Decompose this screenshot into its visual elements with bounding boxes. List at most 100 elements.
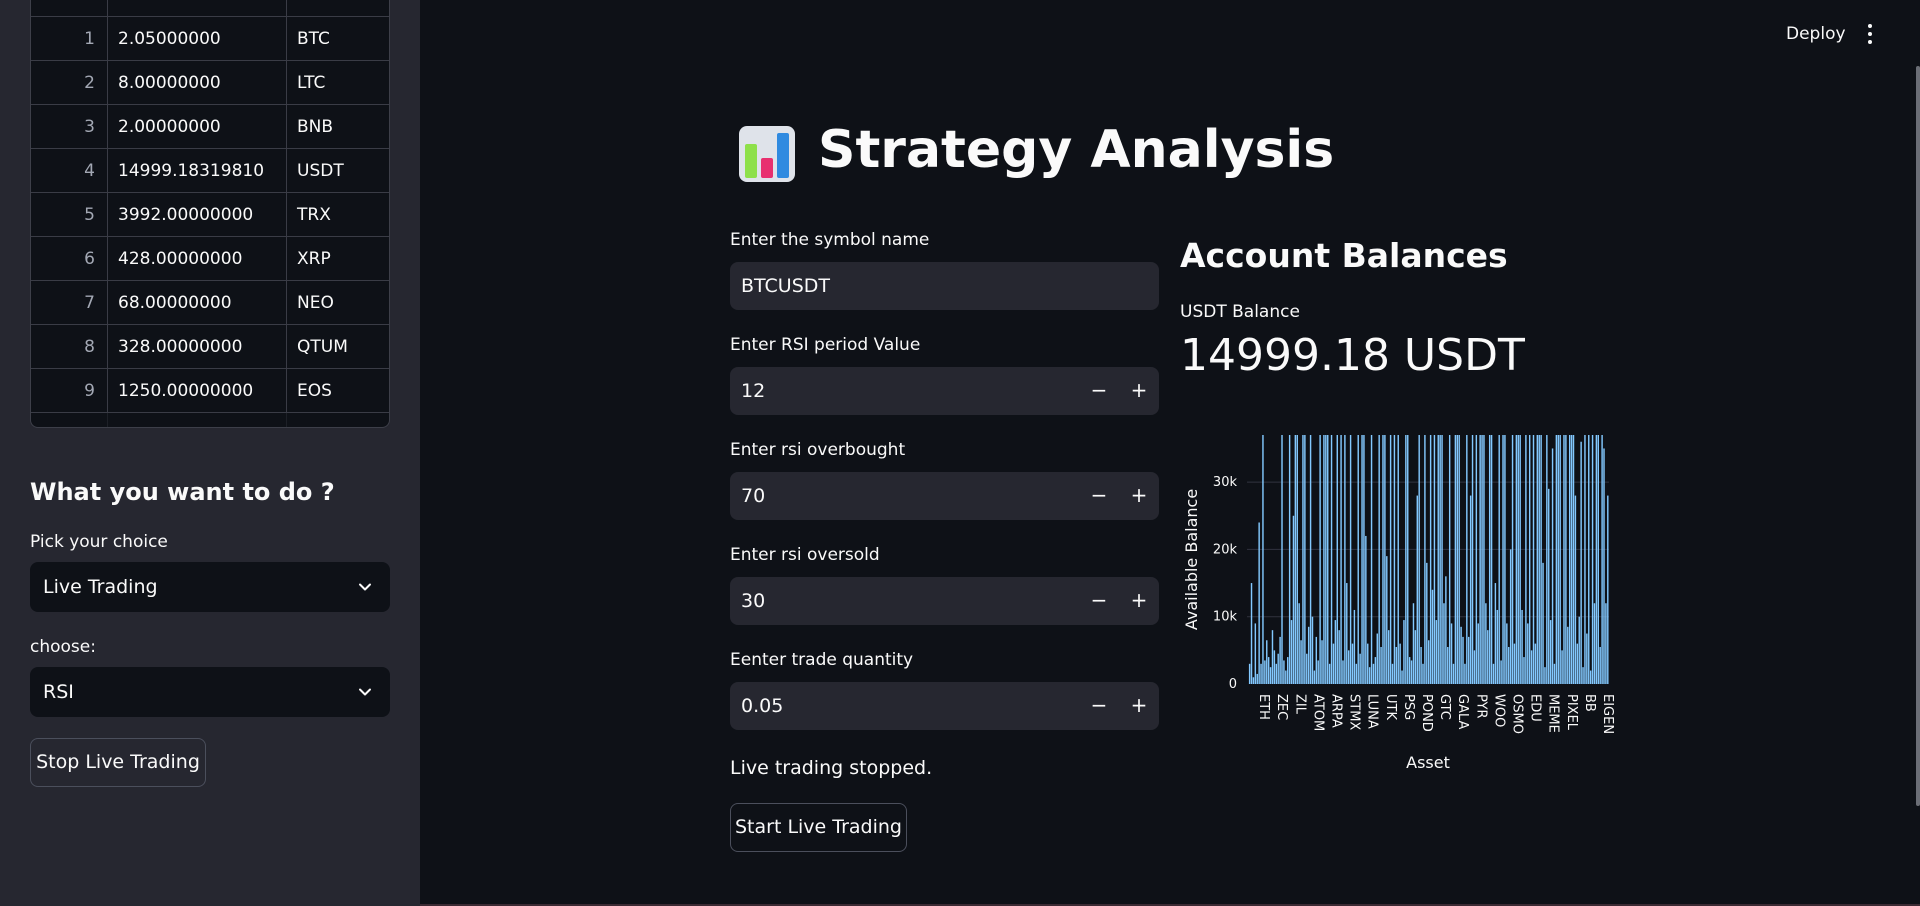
y-axis-title: Available Balance (1182, 489, 1201, 630)
bar (1342, 660, 1344, 684)
bar (1496, 609, 1499, 684)
bar (1365, 535, 1367, 684)
row-asset: LTC (297, 73, 326, 93)
bar (1393, 435, 1396, 684)
bar (1551, 448, 1554, 684)
choice-select[interactable]: Live Trading (30, 562, 390, 612)
quantity-input[interactable]: 0.05 (741, 695, 783, 717)
y-tick-label: 30k (1213, 475, 1238, 490)
bar (1252, 677, 1255, 684)
table-row: 1 2.05000000 BTC (31, 17, 389, 61)
bar (1424, 435, 1426, 684)
row-asset: EOS (297, 381, 332, 401)
deploy-button[interactable]: Deploy (1786, 24, 1846, 44)
bar (1378, 435, 1380, 684)
balances-table[interactable]: 0 2.00000000 ETH 1 2.05000000 BTC 2 8.00… (30, 0, 390, 428)
table-row: 6 428.00000000 XRP (31, 237, 389, 281)
quantity-label: Eenter trade quantity (730, 650, 914, 670)
row-asset: TRX (297, 205, 331, 225)
bar (1271, 630, 1274, 684)
bar (1403, 620, 1405, 684)
decrement-button[interactable]: − (1079, 682, 1119, 730)
bar (1281, 435, 1283, 684)
strategy-select[interactable]: RSI (30, 667, 390, 717)
page-scrollbar[interactable] (1916, 66, 1920, 806)
bar (1323, 435, 1325, 684)
y-tick-label: 0 (1229, 677, 1237, 692)
increment-button[interactable]: + (1119, 367, 1159, 415)
bar (1370, 435, 1373, 684)
bar (1439, 435, 1441, 684)
bar (1397, 435, 1399, 684)
bar (1382, 435, 1384, 684)
x-tick-label: PYR (1473, 694, 1488, 719)
table-row: 3 2.00000000 BNB (31, 105, 389, 149)
y-tick-label: 10k (1213, 610, 1238, 625)
bar (1321, 640, 1323, 684)
bar (1256, 673, 1258, 684)
bar (1269, 667, 1272, 684)
x-tick-label: BB (1582, 694, 1597, 712)
overbought-input[interactable]: 70 (741, 485, 765, 507)
decrement-button[interactable]: − (1079, 577, 1119, 625)
row-free: 2.00000000 (108, 0, 287, 17)
balance-chart[interactable]: 0 10k 20k 30k ETH ZEC ZIL ATOM ARPA STMX LUNA UTK PS… (1180, 420, 1620, 780)
bar (1479, 435, 1481, 684)
bar (1248, 663, 1251, 684)
bar (1542, 562, 1544, 684)
bar (1429, 435, 1432, 684)
oversold-input[interactable]: 30 (741, 590, 765, 612)
bar (1506, 623, 1508, 684)
bar (1266, 640, 1268, 684)
x-tick-label: WOO (1491, 694, 1506, 727)
bar (1285, 670, 1287, 684)
row-index: 4 (31, 149, 108, 193)
bar (1483, 435, 1485, 684)
row-free: 68.00000000 (108, 281, 287, 325)
bar (1578, 616, 1580, 684)
bar (1527, 623, 1529, 684)
bar (1548, 488, 1550, 684)
rsi-period-input[interactable]: 12 (741, 380, 765, 402)
bar (1447, 646, 1449, 684)
bar (1279, 636, 1281, 684)
increment-button[interactable]: + (1119, 577, 1159, 625)
x-tick-label: ETH (1256, 694, 1271, 720)
bar (1344, 435, 1346, 684)
bar (1431, 589, 1434, 684)
bar (1597, 435, 1599, 684)
bar (1448, 435, 1451, 684)
stop-live-trading-button[interactable]: Stop Live Trading (30, 738, 206, 787)
bar (1407, 435, 1409, 684)
decrement-button[interactable]: − (1079, 472, 1119, 520)
bar (1563, 435, 1565, 684)
bar (1437, 435, 1439, 684)
bar (1367, 643, 1369, 684)
overbought-field: 70 − + (730, 472, 1159, 520)
rsi-period-field: 12 − + (730, 367, 1159, 415)
bar (1450, 623, 1453, 684)
bar (1296, 435, 1298, 684)
bar (1277, 653, 1279, 684)
bar (1363, 435, 1365, 684)
oversold-field: 30 − + (730, 577, 1159, 625)
row-index: 7 (31, 281, 108, 325)
main-menu-icon[interactable] (1866, 24, 1874, 46)
decrement-button[interactable]: − (1079, 367, 1119, 415)
increment-button[interactable]: + (1119, 682, 1159, 730)
start-live-trading-button[interactable]: Start Live Trading (730, 803, 907, 852)
bar (1477, 623, 1479, 684)
bar (1515, 435, 1518, 684)
row-asset: BNB (297, 117, 334, 137)
sidebar-heading: What you want to do ? (30, 478, 335, 506)
bar (1557, 435, 1559, 684)
bar (1511, 435, 1514, 684)
bar (1313, 670, 1316, 684)
symbol-input[interactable]: BTCUSDT (730, 262, 1159, 310)
rsi-period-stepper: − + (1079, 367, 1159, 415)
bar (1534, 643, 1537, 684)
bar (1538, 435, 1540, 684)
bar (1368, 667, 1371, 684)
bar (1412, 603, 1415, 684)
increment-button[interactable]: + (1119, 472, 1159, 520)
